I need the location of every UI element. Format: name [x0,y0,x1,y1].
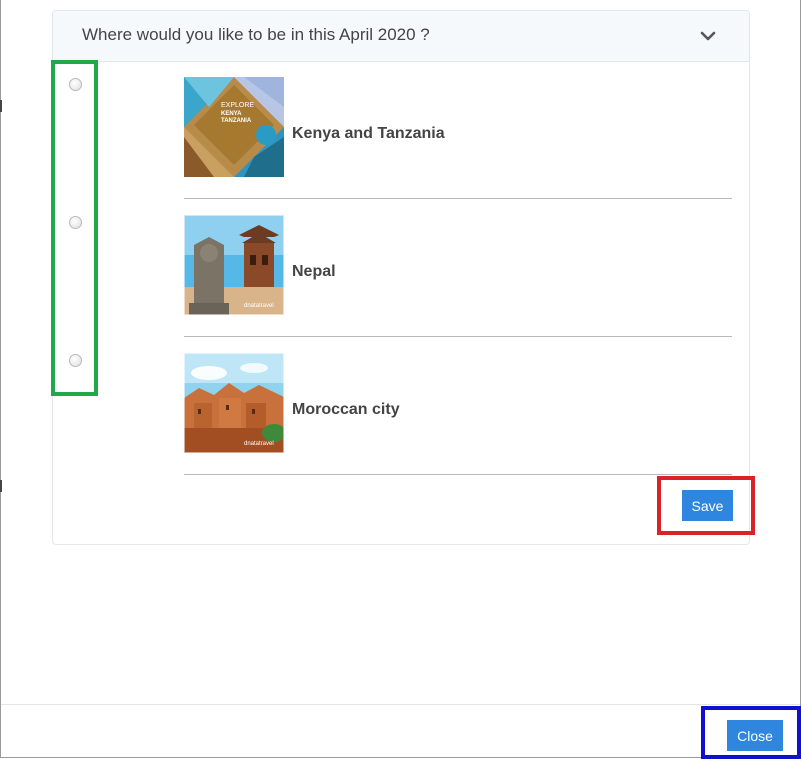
option-divider [184,336,732,337]
option-divider [184,474,732,475]
svg-text:KENYA: KENYA [221,111,242,117]
question-panel: Where would you like to be in this April… [52,10,750,545]
nepal-thumbnail: dnatatravel [184,215,284,315]
radio-group-highlight [51,60,98,396]
svg-text:dnatatravel: dnatatravel [244,441,274,447]
chevron-down-icon[interactable] [698,26,718,46]
question-header[interactable]: Where would you like to be in this April… [53,11,749,62]
backdrop-edge-mark [0,480,2,492]
kenya-tanzania-thumbnail: EXPLORE KENYA TANZANIA [184,77,284,177]
svg-text:TANZANIA: TANZANIA [221,118,252,124]
modal-footer-divider [1,704,800,705]
svg-text:dnatatravel: dnatatravel [244,303,274,309]
option-label-moroccan-city: Moroccan city [292,401,400,418]
svg-text:EXPLORE: EXPLORE [221,102,254,109]
option-label-kenya-tanzania: Kenya and Tanzania [292,125,445,142]
close-button-highlight [701,706,801,759]
moroccan-city-thumbnail: dnatatravel [184,353,284,453]
option-label-nepal: Nepal [292,263,336,280]
backdrop-edge-mark [0,100,2,112]
save-button-highlight [657,476,755,535]
question-text: Where would you like to be in this April… [82,25,430,44]
option-divider [184,198,732,199]
